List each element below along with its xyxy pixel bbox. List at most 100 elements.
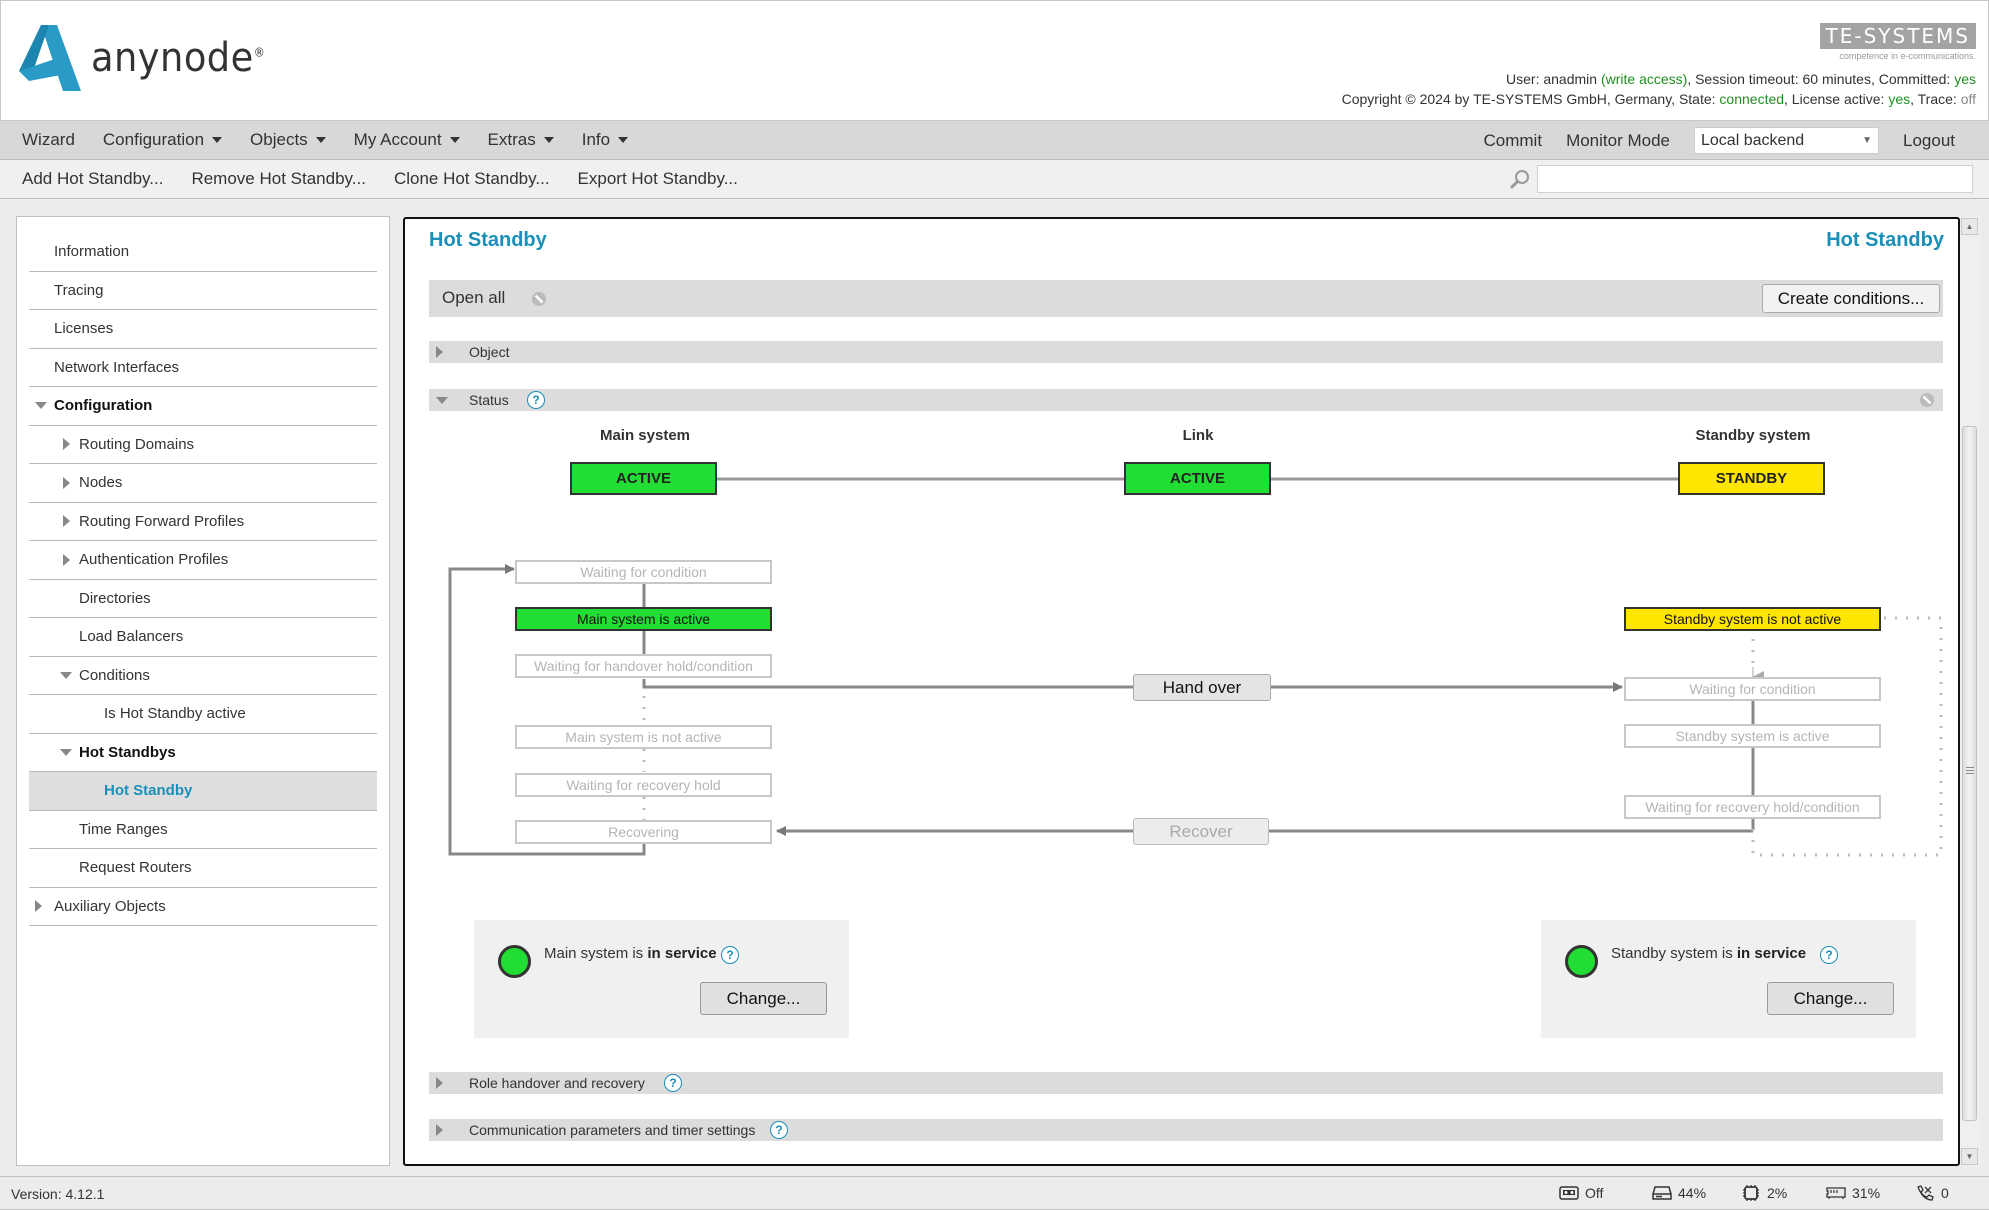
add-hot-standby-button[interactable]: Add Hot Standby... — [0, 169, 177, 189]
collapsed-icon[interactable] — [35, 900, 42, 913]
collapsed-icon[interactable] — [63, 515, 70, 528]
connection-state: connected — [1719, 91, 1785, 107]
sidebar-item-routing-domains[interactable]: Routing Domains — [29, 426, 377, 464]
grip-icon — [1966, 767, 1974, 774]
menu-info[interactable]: Info — [568, 121, 642, 160]
collapse-section-icon[interactable] — [1919, 392, 1935, 408]
collapsed-icon[interactable] — [63, 553, 70, 566]
menubar: Wizard Configuration Objects My Account … — [0, 121, 1989, 160]
menu-wizard[interactable]: Wizard — [0, 121, 89, 160]
menu-extras[interactable]: Extras — [474, 121, 568, 160]
menu-my-account[interactable]: My Account — [340, 121, 474, 160]
section-label: Communication parameters and timer setti… — [469, 1122, 756, 1138]
sidebar-item-hot-standby[interactable]: Hot Standby — [29, 772, 377, 811]
sidebar-item-configuration[interactable]: Configuration — [29, 387, 377, 426]
version-info: Version: 4.12.1 — [11, 1186, 104, 1202]
search-input[interactable] — [1537, 165, 1973, 193]
caret-down-icon — [543, 137, 554, 143]
section-object[interactable]: Object — [429, 341, 1943, 363]
object-type-title: Hot Standby — [1826, 229, 1944, 251]
sidebar-item-routing-forward-profiles[interactable]: Routing Forward Profiles — [29, 503, 377, 541]
menu-label: Configuration — [102, 130, 205, 149]
disk-icon — [1652, 1186, 1672, 1200]
create-conditions-button[interactable]: Create conditions... — [1762, 284, 1940, 313]
recover-button: Recover — [1133, 818, 1269, 845]
caret-down-icon — [315, 137, 326, 143]
sidebar-item-label: Network Interfaces — [54, 358, 180, 376]
sidebar-item-label: Conditions — [79, 666, 150, 684]
te-systems-logo: TE-SYSTEMS competence in e-communication… — [1819, 23, 1976, 61]
brand-name: TE-SYSTEMS — [1819, 23, 1976, 49]
registered-mark: ® — [253, 45, 266, 60]
menu-label: My Account — [353, 130, 442, 149]
backend-value: Local backend — [1701, 131, 1805, 149]
service-state: in service — [1736, 945, 1807, 962]
recording-value: Off — [1585, 1185, 1604, 1201]
caret-down-icon — [212, 137, 223, 143]
caret-down-icon — [449, 137, 460, 143]
help-icon[interactable]: ? — [770, 1121, 788, 1139]
main-step-not-active: Main system is not active — [515, 725, 772, 749]
copyright: Copyright © 2024 by TE-SYSTEMS GmbH, Ger… — [1341, 91, 1720, 107]
caret-down-icon — [618, 137, 629, 143]
main-scrollbar[interactable]: ▲ ▼ — [1960, 217, 1980, 1166]
help-icon[interactable]: ? — [664, 1074, 682, 1092]
expanded-icon[interactable] — [35, 402, 47, 410]
section-role-handover[interactable]: Role handover and recovery ? — [429, 1072, 1943, 1094]
collapse-all-icon[interactable] — [531, 291, 547, 307]
committed-status: yes — [1954, 71, 1976, 87]
sidebar-item-load-balancers[interactable]: Load Balancers — [29, 618, 377, 657]
main-step-waiting-handover: Waiting for handover hold/condition — [515, 654, 772, 678]
cpu-icon — [1743, 1185, 1759, 1201]
section-comm-params[interactable]: Communication parameters and timer setti… — [429, 1119, 1943, 1141]
memory-value: 31% — [1852, 1185, 1881, 1201]
sidebar-item-is-hot-standby-active[interactable]: Is Hot Standby active — [29, 695, 377, 734]
sidebar-item-request-routers[interactable]: Request Routers — [29, 849, 377, 888]
help-icon[interactable]: ? — [1820, 946, 1838, 964]
disk-status: 44% — [1652, 1185, 1706, 1201]
trace-status: off — [1960, 91, 1976, 107]
commit-button[interactable]: Commit — [1472, 121, 1555, 160]
sidebar-item-network-interfaces[interactable]: Network Interfaces — [29, 349, 377, 387]
sidebar-item-tracing[interactable]: Tracing — [29, 272, 377, 310]
sidebar-item-nodes[interactable]: Nodes — [29, 464, 377, 503]
scroll-thumb[interactable] — [1962, 426, 1977, 1121]
standby-service-change-button[interactable]: Change... — [1767, 982, 1894, 1015]
expanded-icon[interactable] — [60, 671, 72, 679]
menu-objects[interactable]: Objects — [236, 121, 340, 160]
section-status[interactable]: Status ? — [429, 389, 1943, 411]
logout-button[interactable]: Logout — [1891, 121, 1967, 160]
monitor-mode-button[interactable]: Monitor Mode — [1554, 121, 1682, 160]
expanded-icon[interactable] — [60, 748, 72, 756]
sidebar-item-time-ranges[interactable]: Time Ranges — [29, 811, 377, 849]
collapsed-icon[interactable] — [63, 476, 70, 489]
app-header: anynode® TE-SYSTEMS competence in e-comm… — [0, 0, 1989, 121]
export-hot-standby-button[interactable]: Export Hot Standby... — [564, 169, 752, 189]
scroll-up-icon[interactable]: ▲ — [1961, 218, 1978, 235]
help-icon[interactable]: ? — [721, 946, 739, 964]
remove-hot-standby-button[interactable]: Remove Hot Standby... — [177, 169, 380, 189]
collapsed-icon[interactable] — [63, 438, 70, 451]
sidebar-item-information[interactable]: Information — [29, 233, 377, 272]
section-label: Role handover and recovery — [469, 1075, 645, 1091]
sidebar-item-authentication-profiles[interactable]: Authentication Profiles — [29, 541, 377, 580]
sidebar-item-label: Request Routers — [79, 859, 192, 877]
sidebar-item-conditions[interactable]: Conditions — [29, 657, 377, 695]
main-service-change-button[interactable]: Change... — [700, 982, 827, 1015]
service-state: in service — [647, 945, 717, 962]
hand-over-button[interactable]: Hand over — [1133, 674, 1271, 701]
menu-configuration[interactable]: Configuration — [89, 121, 236, 160]
open-all-button[interactable]: Open all — [442, 288, 505, 308]
sidebar-item-licenses[interactable]: Licenses — [29, 310, 377, 349]
backend-select[interactable]: Local backend ▼ — [1694, 127, 1879, 154]
sidebar-item-auxiliary-objects[interactable]: Auxiliary Objects — [29, 888, 377, 926]
sidebar-item-directories[interactable]: Directories — [29, 580, 377, 618]
help-icon[interactable]: ? — [527, 391, 545, 409]
standby-step-waiting-condition: Waiting for condition — [1624, 677, 1881, 701]
disk-value: 44% — [1678, 1185, 1707, 1201]
open-all-bar: Open all Create conditions... — [429, 280, 1943, 317]
scroll-down-icon[interactable]: ▼ — [1961, 1148, 1978, 1165]
sidebar-item-hot-standbys[interactable]: Hot Standbys — [29, 734, 377, 772]
clone-hot-standby-button[interactable]: Clone Hot Standby... — [380, 169, 564, 189]
standby-step-waiting-recovery: Waiting for recovery hold/condition — [1624, 795, 1881, 819]
